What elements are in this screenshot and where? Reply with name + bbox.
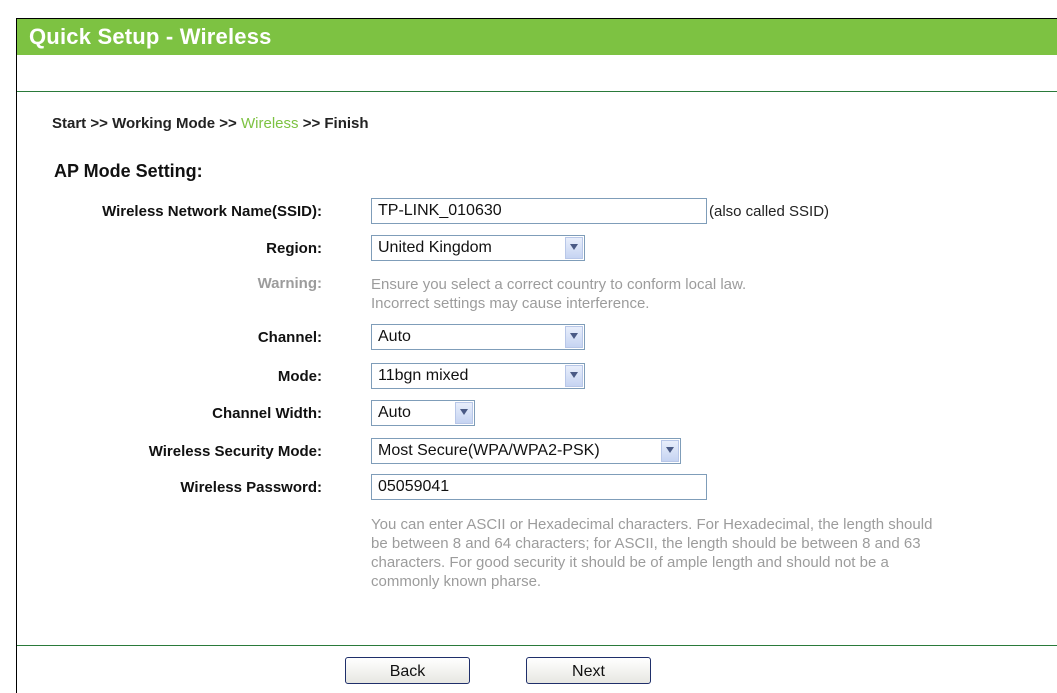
breadcrumb-working-mode: Working Mode xyxy=(112,115,216,132)
mode-label: Mode: xyxy=(277,368,322,385)
chevron-down-icon[interactable] xyxy=(565,237,583,259)
breadcrumb-start: Start xyxy=(52,115,87,132)
bottom-divider xyxy=(17,645,1057,646)
channel-value: Auto xyxy=(378,328,411,345)
chevron-down-icon[interactable] xyxy=(455,402,473,424)
channel-width-label: Channel Width: xyxy=(212,405,322,422)
chevron-down-icon[interactable] xyxy=(661,440,679,462)
help-line: characters. For good security it should … xyxy=(371,554,889,571)
help-line: commonly known pharse. xyxy=(371,573,542,590)
mode-value: 11bgn mixed xyxy=(378,367,469,384)
breadcrumb-finish: Finish xyxy=(324,115,369,132)
channel-width-select[interactable]: Auto xyxy=(371,400,475,426)
channel-width-value: Auto xyxy=(378,404,411,421)
breadcrumb-separator: >> xyxy=(90,115,108,132)
breadcrumb-wireless: Wireless xyxy=(241,115,299,132)
warning-label: Warning: xyxy=(257,275,322,292)
ssid-input[interactable] xyxy=(371,198,707,224)
channel-select[interactable]: Auto xyxy=(371,324,585,350)
next-button[interactable]: Next xyxy=(526,657,651,684)
channel-label: Channel: xyxy=(257,329,322,346)
region-value: United Kingdom xyxy=(378,239,492,256)
password-input[interactable] xyxy=(371,474,707,500)
security-mode-label: Wireless Security Mode: xyxy=(148,443,322,460)
password-label: Wireless Password: xyxy=(180,479,322,496)
page-title: Quick Setup - Wireless xyxy=(17,19,1057,55)
security-mode-select[interactable]: Most Secure(WPA/WPA2-PSK) xyxy=(371,438,681,464)
security-mode-value: Most Secure(WPA/WPA2-PSK) xyxy=(378,442,600,459)
warning-line: Incorrect settings may cause interferenc… xyxy=(371,295,650,312)
help-line: You can enter ASCII or Hexadecimal chara… xyxy=(371,516,933,533)
password-help-text: You can enter ASCII or Hexadecimal chara… xyxy=(371,515,1057,591)
warning-text: Ensure you select a correct country to c… xyxy=(371,275,1057,313)
region-select[interactable]: United Kingdom xyxy=(371,235,585,261)
breadcrumb-separator: >> xyxy=(219,115,237,132)
breadcrumb: Start >> Working Mode >> Wireless >> Fin… xyxy=(52,115,369,132)
top-divider xyxy=(17,91,1057,92)
back-button[interactable]: Back xyxy=(345,657,470,684)
chevron-down-icon[interactable] xyxy=(565,326,583,348)
help-line: be between 8 and 64 characters; for ASCI… xyxy=(371,535,921,552)
section-title: AP Mode Setting: xyxy=(54,161,203,181)
ssid-label: Wireless Network Name(SSID): xyxy=(102,203,322,220)
mode-select[interactable]: 11bgn mixed xyxy=(371,363,585,389)
region-label: Region: xyxy=(266,240,322,257)
ssid-hint: (also called SSID) xyxy=(709,203,830,220)
warning-line: Ensure you select a correct country to c… xyxy=(371,276,747,293)
breadcrumb-separator: >> xyxy=(302,115,321,132)
chevron-down-icon[interactable] xyxy=(565,365,583,387)
quick-setup-panel: Quick Setup - Wireless Start >> Working … xyxy=(16,18,1057,693)
